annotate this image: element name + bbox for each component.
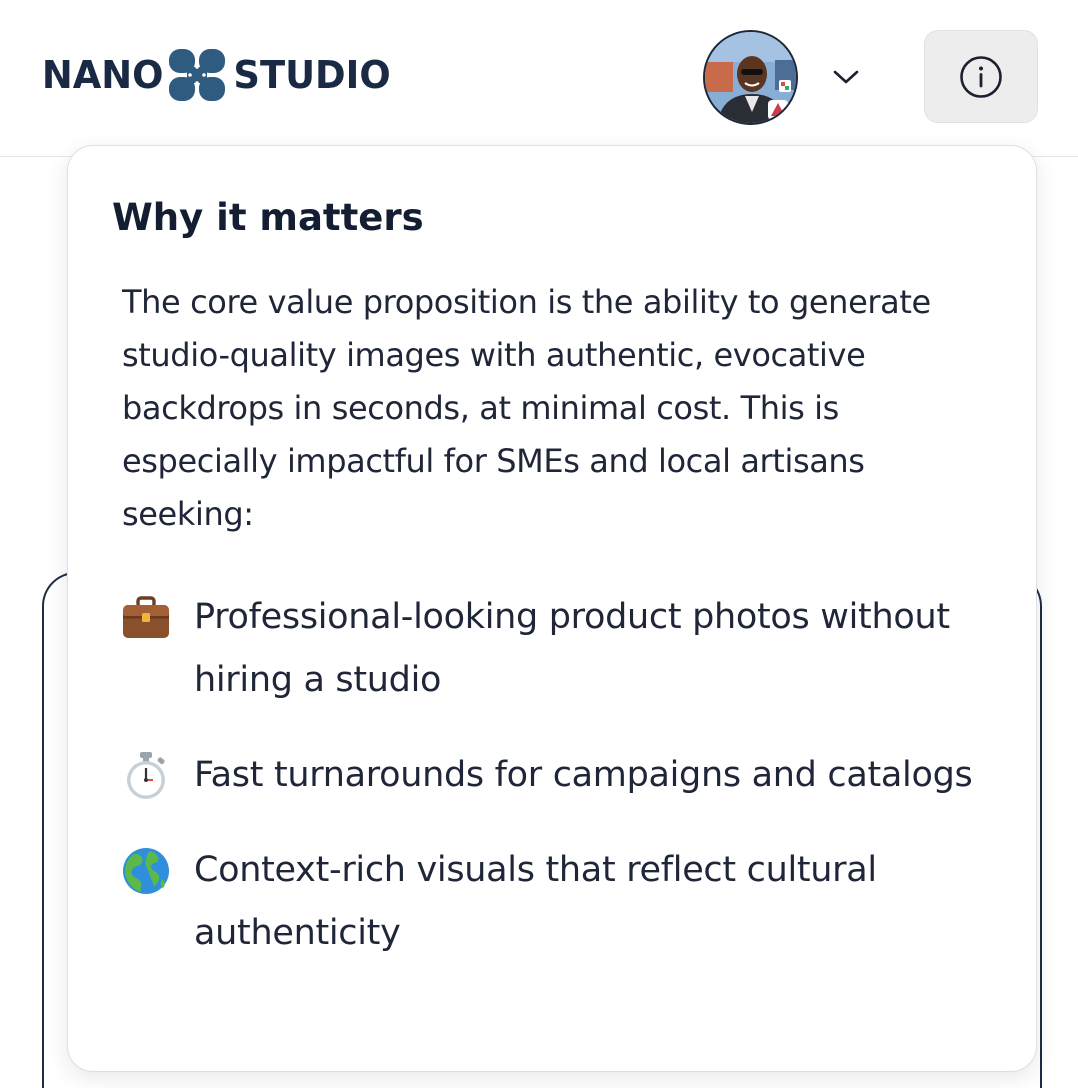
info-popover: Why it matters The core value propositio…	[67, 145, 1037, 1072]
top-header: NANO STUDIO	[0, 0, 1078, 157]
avatar[interactable]	[703, 30, 798, 125]
info-button[interactable]	[924, 30, 1038, 123]
chevron-down-icon	[833, 70, 859, 84]
popover-title: Why it matters	[112, 196, 424, 239]
list-item-text: Fast turnarounds for campaigns and catal…	[194, 755, 973, 795]
benefits-list: Professional-looking product photos with…	[120, 586, 1000, 997]
globe-icon	[123, 848, 169, 894]
logo-mark-icon	[169, 49, 226, 101]
briefcase-icon	[123, 596, 169, 638]
avatar-photo	[705, 32, 796, 123]
list-item-text: Professional-looking product photos with…	[194, 597, 950, 700]
account-menu-toggle[interactable]	[826, 60, 866, 94]
logo-word-nano: NANO	[41, 53, 164, 97]
list-item: Fast turnarounds for campaigns and catal…	[120, 744, 1000, 807]
info-circle-icon	[960, 55, 1002, 98]
list-item-text: Context-rich visuals that reflect cultur…	[194, 850, 877, 953]
stopwatch-icon	[127, 752, 165, 799]
popover-body: The core value proposition is the abilit…	[122, 283, 931, 533]
app-logo[interactable]: NANO STUDIO	[40, 44, 393, 106]
list-item: Context-rich visuals that reflect cultur…	[120, 839, 1000, 965]
list-item: Professional-looking product photos with…	[120, 586, 1000, 712]
logo-word-studio: STUDIO	[233, 53, 392, 97]
